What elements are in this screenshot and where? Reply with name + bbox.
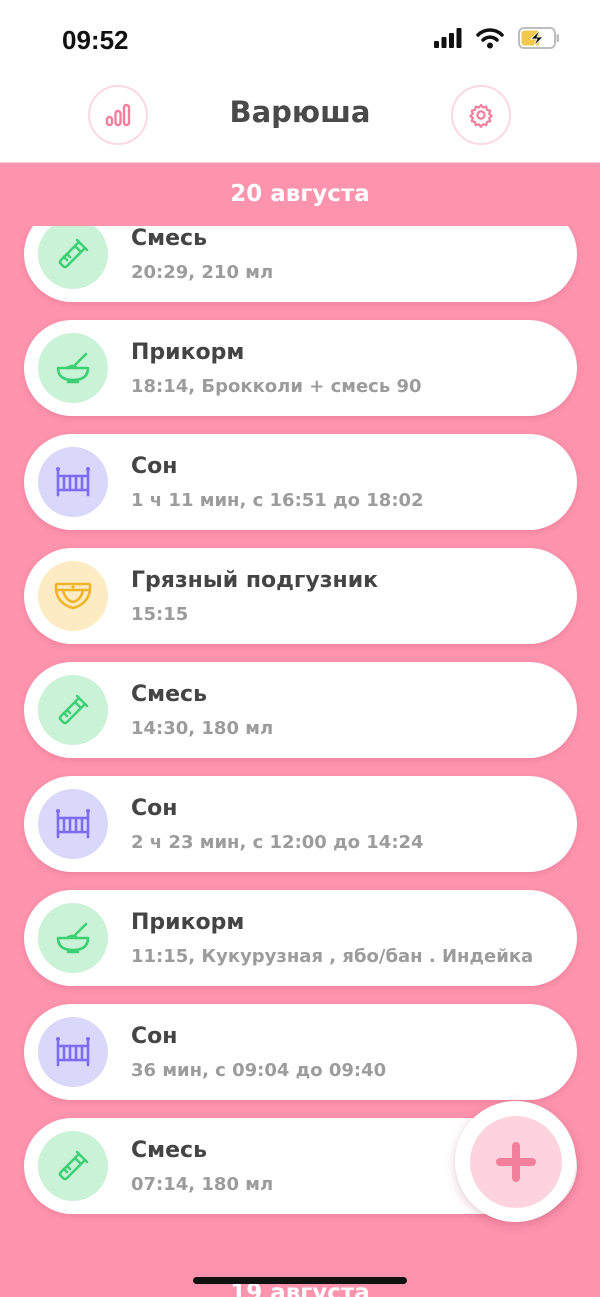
entry-card[interactable]: Грязный подгузник 15:15: [24, 548, 577, 644]
plus-icon: [495, 1141, 536, 1182]
entry-card[interactable]: Прикорм 18:14, Брокколи + смесь 90: [24, 320, 577, 416]
battery-charging-icon: [518, 27, 559, 49]
entry-title: Сон: [131, 454, 178, 479]
entry-details: 36 мин, с 09:04 до 09:40: [131, 1060, 387, 1081]
add-entry-button[interactable]: [455, 1101, 576, 1222]
entry-card[interactable]: Сон 2 ч 23 мин, с 12:00 до 14:24: [24, 776, 577, 872]
diaper-icon: [54, 582, 92, 610]
entry-details: 07:14, 180 мл: [131, 1174, 274, 1195]
entry-details: 1 ч 11 мин, с 16:51 до 18:02: [131, 490, 424, 511]
entry-card[interactable]: Смесь 20:29, 210 мл: [24, 226, 577, 302]
crib-icon: [56, 1037, 90, 1067]
bottle-icon: [58, 238, 89, 269]
entry-title: Грязный подгузник: [131, 568, 379, 593]
settings-button[interactable]: [451, 85, 511, 145]
wifi-icon: [476, 28, 504, 49]
entry-title: Сон: [131, 1024, 178, 1049]
entries-list: Смесь 20:29, 210 мл Прикорм 18:14, Брокк…: [0, 226, 600, 1226]
signal-icon: [434, 28, 462, 48]
entry-title: Прикорм: [131, 910, 245, 935]
date-header: 20 августа: [230, 181, 370, 207]
entry-details: 18:14, Брокколи + смесь 90: [131, 376, 422, 397]
home-indicator[interactable]: [193, 1277, 407, 1284]
gear-icon: [469, 103, 493, 128]
entry-details: 20:29, 210 мл: [131, 262, 274, 283]
entry-title: Смесь: [131, 226, 208, 251]
entry-title: Прикорм: [131, 340, 245, 365]
entry-details: 14:30, 180 мл: [131, 718, 274, 739]
status-icons: [434, 27, 560, 49]
entry-card[interactable]: Смесь 14:30, 180 мл: [24, 662, 577, 758]
entry-card[interactable]: Прикорм 11:15, Кукурузная , ябо/бан . Ин…: [24, 890, 577, 986]
entry-details: 11:15, Кукурузная , ябо/бан . Индейка: [131, 946, 534, 967]
entry-title: Смесь: [131, 1138, 208, 1163]
entry-title: Смесь: [131, 682, 208, 707]
entry-card[interactable]: Сон 36 мин, с 09:04 до 09:40: [24, 1004, 577, 1100]
entry-details: 2 ч 23 мин, с 12:00 до 14:24: [131, 832, 424, 853]
entry-card[interactable]: Сон 1 ч 11 мин, с 16:51 до 18:02: [24, 434, 577, 530]
top-bar: 09:52 Варюша: [0, 0, 600, 163]
bowl-spoon-icon: [56, 922, 90, 954]
crib-icon: [56, 809, 90, 839]
status-time: 09:52: [62, 25, 129, 55]
entry-details: 15:15: [131, 604, 189, 625]
bottle-icon: [58, 1150, 89, 1181]
crib-icon: [56, 467, 90, 497]
entry-title: Сон: [131, 796, 178, 821]
bottle-icon: [58, 694, 89, 725]
bowl-spoon-icon: [56, 352, 90, 384]
